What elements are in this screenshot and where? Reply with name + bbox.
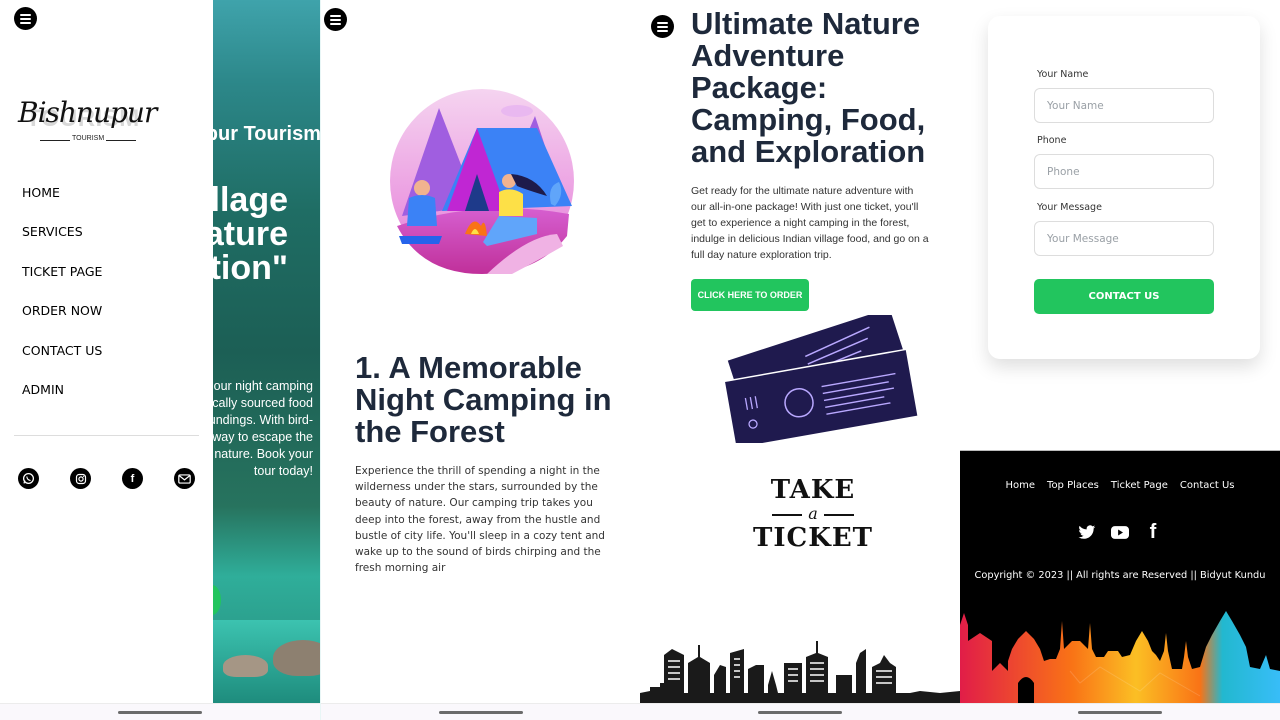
message-label: Your Message (1037, 202, 1102, 213)
mail-icon[interactable] (174, 468, 195, 489)
section-title: 1. A Memorable Night Camping in the Fore… (355, 350, 612, 449)
instagram-icon[interactable] (70, 468, 91, 489)
system-nav-bar (960, 703, 1280, 720)
take-a-ticket-logo: TAKE a TICKET (748, 476, 878, 552)
logo-script: Bishnupur (18, 96, 157, 129)
menu-toggle-button[interactable] (14, 7, 37, 30)
drawer-divider (14, 435, 199, 436)
youtube-icon[interactable] (1110, 523, 1130, 541)
phone-label: Phone (1037, 135, 1067, 146)
side-drawer: TOURISM Bishnupur TOURISM HOME SERVICES … (0, 0, 213, 703)
message-input[interactable] (1034, 221, 1214, 256)
monuments-illustration (960, 611, 1280, 704)
facebook-icon[interactable]: f (122, 468, 143, 489)
site-footer: Home Top Places Ticket Page Contact Us f… (960, 450, 1280, 704)
footer-link-home[interactable]: Home (1006, 480, 1036, 491)
footer-social-links: f (960, 521, 1280, 543)
hero-paragraph: Experience an authentic village with our… (213, 379, 313, 478)
menu-toggle-button[interactable] (324, 8, 347, 31)
twitter-icon[interactable] (1077, 523, 1097, 541)
footer-link-top-places[interactable]: Top Places (1047, 480, 1099, 491)
system-nav-bar (0, 703, 320, 720)
menu-item-admin[interactable]: ADMIN (22, 382, 102, 421)
contact-us-button[interactable]: CONTACT US (1034, 279, 1214, 314)
menu-item-contact-us[interactable]: CONTACT US (22, 343, 102, 382)
home-gesture-handle[interactable] (118, 711, 202, 714)
system-nav-bar (640, 703, 960, 720)
hero-content: Bishnupur Tourism "Authentic Village Cam… (213, 0, 320, 703)
system-nav-bar (321, 703, 640, 720)
name-input[interactable] (1034, 88, 1214, 123)
tickets-illustration (723, 315, 920, 443)
menu-item-home[interactable]: HOME (22, 185, 102, 224)
footer-links: Home Top Places Ticket Page Contact Us (960, 480, 1280, 491)
camping-illustration (390, 89, 574, 274)
name-label: Your Name (1037, 69, 1089, 80)
screen-camping-detail: 1. A Memorable Night Camping in the Fore… (320, 0, 640, 720)
menu-toggle-button[interactable] (651, 15, 674, 38)
menu-item-services[interactable]: SERVICES (22, 224, 102, 263)
logo-line-take: TAKE (770, 475, 856, 505)
package-description: Get ready for the ultimate nature advent… (691, 185, 929, 261)
logo-tagline: TOURISM (70, 135, 107, 142)
order-button[interactable]: CLICK HERE TO ORDER (691, 279, 809, 311)
screen-package-detail: Ultimate Nature Adventure Package: Campi… (640, 0, 960, 720)
home-gesture-handle[interactable] (438, 711, 523, 714)
whatsapp-icon[interactable] (18, 468, 39, 489)
contact-form: Your Name Phone Your Message CONTACT US (988, 16, 1260, 359)
logo-line-ticket: TICKET (753, 523, 873, 553)
menu-item-ticket-page[interactable]: TICKET PAGE (22, 264, 102, 303)
home-gesture-handle[interactable] (758, 711, 842, 714)
copyright-text: Copyright © 2023 || All rights are Reser… (974, 570, 1266, 581)
facebook-icon[interactable]: f (1143, 521, 1163, 543)
drawer-menu: HOME SERVICES TICKET PAGE ORDER NOW CONT… (22, 185, 102, 421)
phone-input[interactable] (1034, 154, 1214, 189)
brand-logo[interactable]: TOURISM Bishnupur TOURISM (18, 96, 168, 148)
logo-line-a: a (748, 504, 878, 524)
hero-subtitle: Bishnupur Tourism (213, 123, 320, 145)
footer-link-ticket-page[interactable]: Ticket Page (1111, 480, 1168, 491)
footer-link-contact-us[interactable]: Contact Us (1180, 480, 1235, 491)
hero-title: "Authentic Village Camping Nature Explor… (213, 181, 288, 287)
home-gesture-handle[interactable] (1078, 711, 1162, 714)
city-skyline-illustration (640, 641, 960, 703)
social-links: f (18, 468, 195, 489)
screen-contact: Your Name Phone Your Message CONTACT US … (960, 0, 1280, 720)
section-paragraph: Experience the thrill of spending a nigh… (355, 465, 605, 575)
menu-item-order-now[interactable]: ORDER NOW (22, 303, 102, 342)
screen-menu-drawer: Bishnupur Tourism "Authentic Village Cam… (0, 0, 320, 720)
package-title: Ultimate Nature Adventure Package: Campi… (691, 6, 926, 169)
